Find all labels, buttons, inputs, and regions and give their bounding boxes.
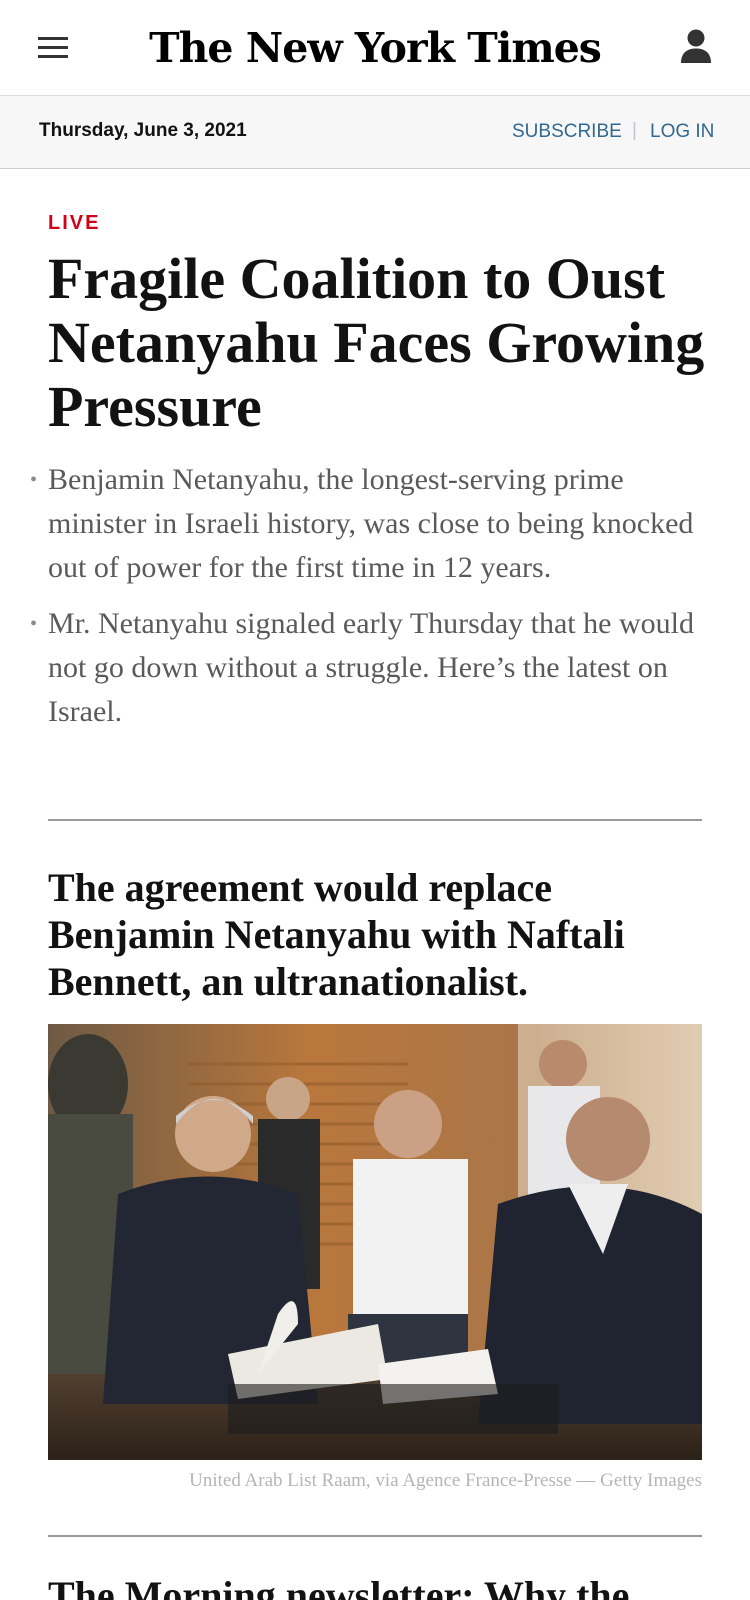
next-story-headline[interactable]: The Morning newsletter: Why the	[48, 1572, 748, 1600]
login-link[interactable]: LOG IN	[650, 121, 714, 143]
summary-list: • Benjamin Netanyahu, the longest-servin…	[0, 458, 750, 746]
photo-credit: United Arab List Raam, via Agence France…	[189, 1470, 702, 1491]
story-photo[interactable]	[48, 1024, 702, 1460]
nyt-logo[interactable]: The New York Times	[0, 20, 750, 76]
summary-item: • Mr. Netanyahu signaled early Thursday …	[0, 602, 750, 734]
bullet-icon: •	[30, 469, 38, 491]
subscribe-link[interactable]: SUBSCRIBE	[512, 121, 622, 143]
current-date: Thursday, June 3, 2021	[39, 120, 247, 141]
bullet-icon: •	[30, 613, 38, 635]
masthead: The New York Times	[0, 0, 750, 95]
section-divider	[48, 819, 702, 821]
nav-divider: |	[632, 120, 637, 141]
summary-item: • Benjamin Netanyahu, the longest-servin…	[0, 458, 750, 590]
date-bar: Thursday, June 3, 2021 SUBSCRIBE | LOG I…	[0, 95, 750, 169]
summary-text: Mr. Netanyahu signaled early Thursday th…	[48, 607, 694, 728]
user-account-icon[interactable]	[680, 28, 712, 66]
secondary-headline[interactable]: The agreement would replace Benjamin Net…	[48, 864, 708, 1005]
main-headline[interactable]: Fragile Coalition to Oust Netanyahu Face…	[48, 247, 708, 439]
section-divider	[48, 1535, 702, 1537]
live-label: LIVE	[48, 212, 101, 234]
summary-text: Benjamin Netanyahu, the longest-serving …	[48, 463, 694, 584]
